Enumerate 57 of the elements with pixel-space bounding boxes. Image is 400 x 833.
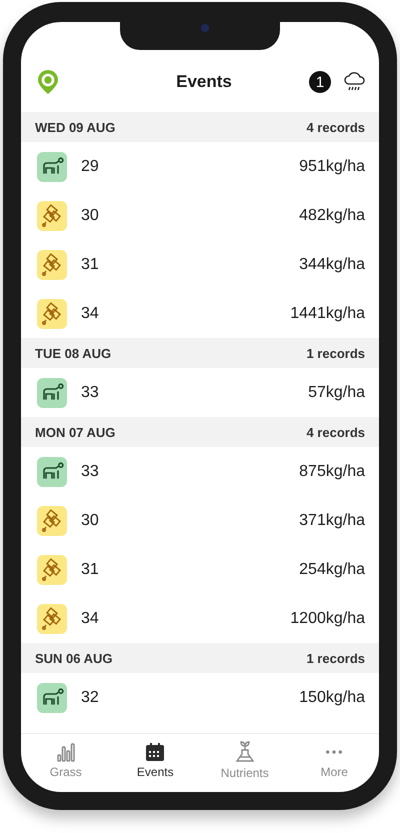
paddock-number: 32 bbox=[81, 688, 100, 706]
amount-value: 344kg/ha bbox=[299, 256, 365, 274]
cow-icon bbox=[37, 682, 67, 712]
bag-icon bbox=[37, 604, 67, 634]
paddock-number: 29 bbox=[81, 158, 100, 176]
amount-value: 371kg/ha bbox=[299, 512, 365, 530]
amount-value: 482kg/ha bbox=[299, 206, 365, 224]
cow-icon bbox=[37, 378, 67, 408]
calendar-icon bbox=[145, 742, 166, 762]
paddock-number: 34 bbox=[81, 610, 100, 628]
flask-icon bbox=[234, 740, 255, 762]
bag-icon bbox=[37, 506, 67, 536]
event-row[interactable]: 30 371kg/ha bbox=[21, 496, 379, 545]
bar-chart-icon bbox=[56, 742, 76, 762]
record-count: 4 records bbox=[306, 424, 365, 440]
date-label: TUE 08 AUG bbox=[35, 346, 112, 360]
rain-cloud-icon[interactable] bbox=[343, 71, 367, 93]
event-row[interactable]: 33 57kg/ha bbox=[21, 368, 379, 417]
record-count: 1 records bbox=[306, 650, 365, 666]
date-label: SUN 06 AUG bbox=[35, 650, 113, 666]
cow-icon bbox=[37, 152, 67, 182]
event-row[interactable]: 31 254kg/ha bbox=[21, 545, 379, 594]
event-row[interactable]: 29 951kg/ha bbox=[21, 142, 379, 191]
event-row[interactable]: 32 150kg/ha bbox=[21, 673, 379, 722]
screen-title: Events bbox=[175, 72, 233, 92]
event-row[interactable]: 33 875kg/ha bbox=[21, 447, 379, 496]
date-label: WED 09 AUG bbox=[35, 120, 116, 134]
paddock-number: 33 bbox=[81, 384, 100, 402]
paddock-number: 31 bbox=[81, 560, 100, 578]
more-icon bbox=[326, 750, 342, 754]
event-row[interactable]: 31 344kg/ha bbox=[21, 240, 379, 289]
paddock-number: 33 bbox=[81, 462, 100, 480]
amount-value: 57kg/ha bbox=[308, 384, 365, 402]
record-count: 4 records bbox=[306, 120, 365, 134]
date-label: MON 07 AUG bbox=[35, 424, 116, 440]
bag-icon bbox=[37, 200, 67, 230]
notification-badge[interactable]: 1 bbox=[309, 71, 331, 93]
amount-value: 951kg/ha bbox=[299, 158, 365, 176]
amount-value: 254kg/ha bbox=[299, 560, 365, 578]
event-row[interactable]: 34 1200kg/ha bbox=[21, 594, 379, 643]
bag-icon bbox=[37, 554, 67, 584]
map-pin-icon bbox=[37, 69, 59, 95]
paddock-number: 34 bbox=[81, 304, 100, 322]
bag-icon bbox=[37, 250, 67, 280]
bag-icon bbox=[37, 298, 67, 328]
amount-value: 150kg/ha bbox=[299, 688, 365, 706]
amount-value: 1200kg/ha bbox=[290, 610, 365, 628]
event-row[interactable]: 30 482kg/ha bbox=[21, 191, 379, 240]
record-count: 1 records bbox=[306, 346, 365, 360]
tab-item[interactable]: Events bbox=[110, 734, 200, 786]
paddock-number: 31 bbox=[81, 256, 100, 274]
cow-icon bbox=[37, 456, 67, 486]
paddock-number: 30 bbox=[81, 512, 100, 530]
amount-value: 1441kg/ha bbox=[290, 304, 365, 322]
amount-value: 875kg/ha bbox=[299, 462, 365, 480]
paddock-number: 30 bbox=[81, 206, 100, 224]
event-row[interactable]: 34 1441kg/ha bbox=[21, 289, 379, 338]
